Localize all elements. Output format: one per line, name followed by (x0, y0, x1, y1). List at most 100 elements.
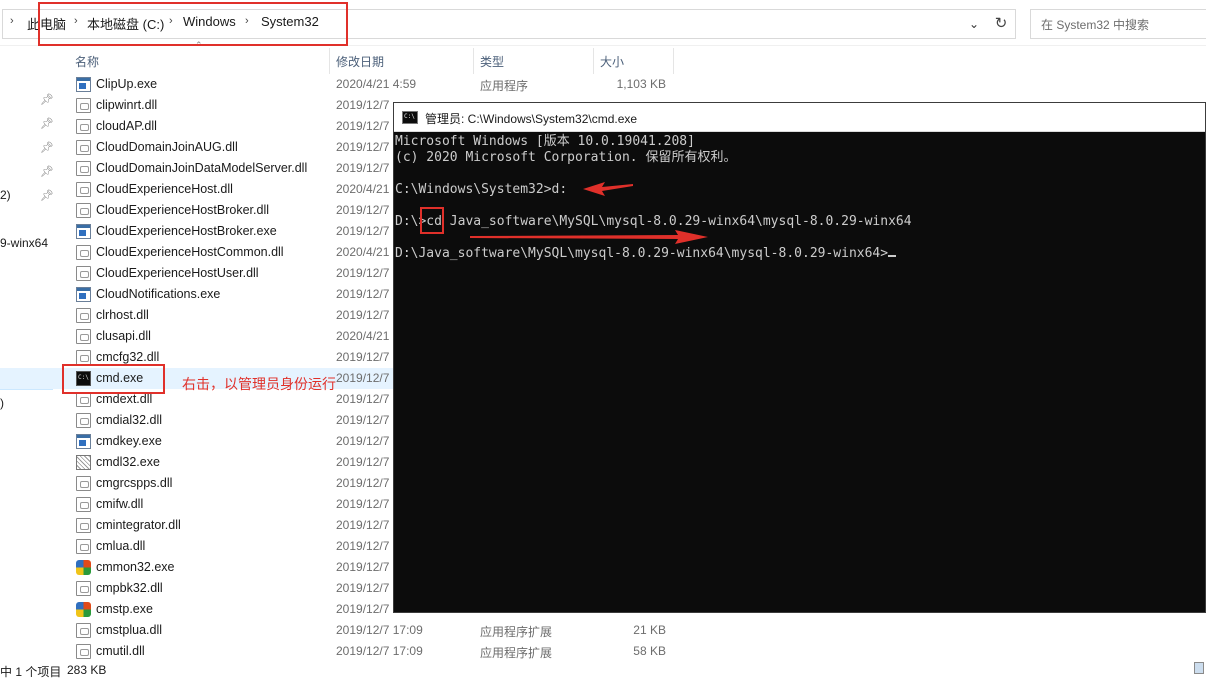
dll-icon (76, 161, 91, 176)
file-date: 2019/12/7 (336, 287, 390, 301)
dll-icon (76, 518, 91, 533)
exe-icon (76, 77, 91, 92)
file-name: clrhost.dll (96, 308, 149, 322)
file-name: CloudExperienceHostBroker.dll (96, 203, 270, 217)
file-size: 58 KB (633, 644, 666, 658)
column-divider[interactable] (473, 48, 474, 74)
file-name: CloudExperienceHostCommon.dll (96, 245, 284, 259)
status-selection: 中 1 个项目 (0, 665, 62, 679)
cmd-window[interactable]: 管理员: C:\Windows\System32\cmd.exe Microso… (393, 102, 1206, 613)
color-app-icon (76, 560, 91, 575)
file-name: cmdkey.exe (96, 434, 162, 448)
file-date: 2019/12/7 17:09 (336, 623, 423, 637)
file-date: 2019/12/7 (336, 497, 390, 511)
file-date: 2019/12/7 (336, 602, 390, 616)
file-name: cmdl32.exe (96, 455, 160, 469)
file-name: cmcfg32.dll (96, 350, 160, 364)
column-divider[interactable] (673, 48, 674, 74)
dll-icon (76, 98, 91, 113)
file-row[interactable]: cmstplua.dll 2019/12/7 17:09 应用程序扩展 21 KB (0, 620, 1206, 641)
file-date: 2019/12/7 (336, 350, 390, 364)
dll-icon (76, 119, 91, 134)
details-view-icon[interactable] (1194, 662, 1204, 674)
dll-icon (76, 245, 91, 260)
arrow-left-icon (583, 182, 633, 196)
status-size: 283 KB (67, 663, 107, 677)
color-app-icon (76, 602, 91, 617)
file-date: 2019/12/7 (336, 476, 390, 490)
cmd-title-bar[interactable]: 管理员: C:\Windows\System32\cmd.exe (394, 103, 1205, 132)
column-divider[interactable] (593, 48, 594, 74)
file-name: clipwinrt.dll (96, 98, 158, 112)
column-header-name[interactable]: 名称 (75, 53, 99, 70)
file-date: 2019/12/7 (336, 140, 390, 154)
file-type: 应用程序 (480, 79, 529, 93)
console-line: (c) 2020 Microsoft Corporation. 保留所有权利。 (395, 150, 737, 165)
file-date: 2019/12/7 (336, 560, 390, 574)
dll-icon (76, 413, 91, 428)
file-date: 2019/12/7 17:09 (336, 644, 423, 658)
cmd-window-title: 管理员: C:\Windows\System32\cmd.exe (425, 112, 638, 126)
file-date: 2020/4/21 4:59 (336, 77, 417, 91)
column-header-date[interactable]: 修改日期 (336, 53, 384, 70)
file-date: 2019/12/7 (336, 581, 390, 595)
chevron-down-icon[interactable]: ⌄ (963, 13, 985, 35)
exe-icon (76, 287, 91, 302)
file-date: 2019/12/7 (336, 266, 390, 280)
annotation-text: 右击，以管理员身份运行 (182, 376, 336, 392)
file-name: cmgrcspps.dll (96, 476, 173, 490)
file-date: 2020/4/21 (336, 245, 390, 259)
file-date: 2019/12/7 (336, 392, 390, 406)
file-size: 21 KB (633, 623, 666, 637)
text-cursor (888, 255, 897, 257)
file-date: 2019/12/7 (336, 161, 390, 175)
file-date: 2020/4/21 (336, 329, 390, 343)
arrow-right-icon (470, 230, 708, 244)
dll-icon (76, 140, 91, 155)
cmd-exe-highlight-box (62, 364, 165, 394)
file-name: cmmon32.exe (96, 560, 175, 574)
dll-icon (76, 203, 91, 218)
sort-caret-icon: ⌃ (195, 40, 203, 50)
address-bar: › 此电脑 › 本地磁盘 (C:) › Windows › System32 ⌄… (0, 0, 1206, 46)
file-row[interactable]: ClipUp.exe 2020/4/21 4:59 应用程序 1,103 KB (0, 74, 1206, 95)
column-header-type[interactable]: 类型 (480, 53, 504, 70)
file-name: cmpbk32.dll (96, 581, 163, 595)
file-date: 2019/12/7 (336, 224, 390, 238)
dll-icon (76, 392, 91, 407)
console-line: Microsoft Windows [版本 10.0.19041.208] (395, 134, 695, 149)
console-line: C:\Windows\System32>d: (395, 182, 568, 197)
dll-icon (76, 497, 91, 512)
column-divider[interactable] (329, 48, 330, 74)
search-input[interactable]: 在 System32 中搜索 (1030, 9, 1206, 39)
file-date: 2019/12/7 (336, 119, 390, 133)
file-row[interactable]: cmutil.dll 2019/12/7 17:09 应用程序扩展 58 KB (0, 641, 1206, 662)
exe-icon (76, 434, 91, 449)
refresh-icon[interactable]: ↻ (987, 9, 1016, 39)
file-size: 1,103 KB (616, 77, 666, 91)
exe-icon (76, 224, 91, 239)
file-name: cmutil.dll (96, 644, 145, 658)
dll-icon (76, 266, 91, 281)
file-date: 2019/12/7 (336, 203, 390, 217)
file-name: cmdext.dll (96, 392, 153, 406)
chevron-right-icon[interactable]: › (10, 15, 14, 27)
file-name: CloudDomainJoinDataModelServer.dll (96, 161, 308, 175)
file-type: 应用程序扩展 (480, 625, 553, 639)
dll-icon (76, 539, 91, 554)
file-name: CloudDomainJoinAUG.dll (96, 140, 238, 154)
file-date: 2019/12/7 (336, 518, 390, 532)
console-output[interactable]: Microsoft Windows [版本 10.0.19041.208] (c… (394, 132, 1205, 612)
file-date: 2019/12/7 (336, 371, 390, 385)
file-name: CloudExperienceHost.dll (96, 182, 233, 196)
file-name: cmlua.dll (96, 539, 146, 553)
dll-icon (76, 308, 91, 323)
file-name: cmifw.dll (96, 497, 144, 511)
dll-icon (76, 644, 91, 659)
cd-command-highlight-box (420, 207, 444, 234)
file-date: 2019/12/7 (336, 98, 390, 112)
dll-icon (76, 350, 91, 365)
column-header-size[interactable]: 大小 (600, 53, 624, 70)
dll-icon (76, 581, 91, 596)
cert-icon (76, 455, 91, 470)
